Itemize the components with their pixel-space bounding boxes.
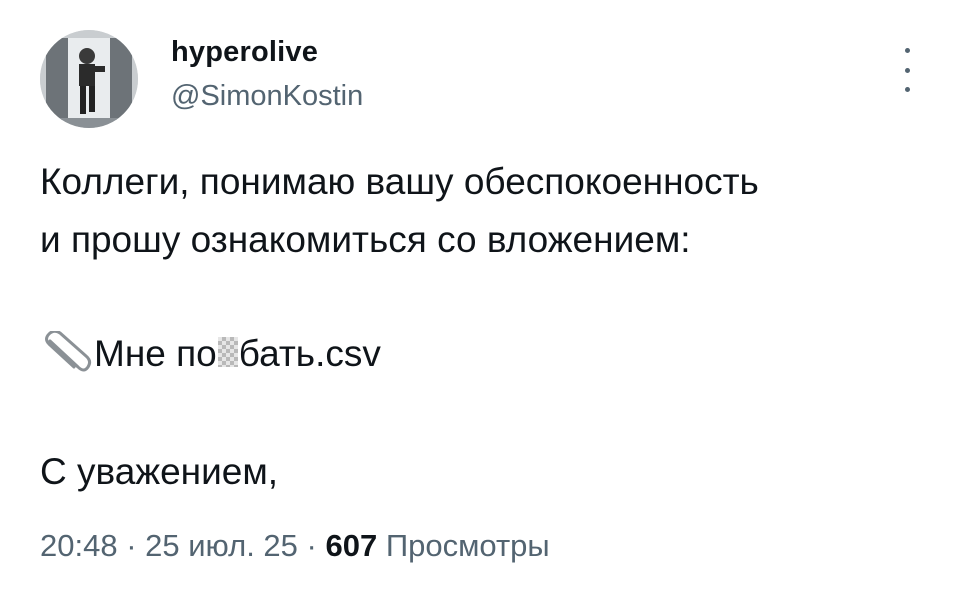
avatar-photo: [40, 30, 138, 128]
tweet-time[interactable]: 20:48: [40, 528, 118, 563]
attachment-line: Мне по бать.csv: [40, 331, 381, 377]
avatar[interactable]: [40, 30, 138, 128]
censor-mosaic: [217, 337, 238, 367]
dot: [904, 87, 910, 92]
views-label: Просмотры: [377, 528, 550, 563]
tweet-signoff: С уважением,: [40, 451, 279, 492]
dot: [904, 67, 910, 73]
paperclip-icon: [45, 331, 92, 372]
dot: [904, 48, 910, 53]
display-name[interactable]: hyperolive: [171, 36, 318, 69]
separator: ·: [297, 528, 326, 563]
tweet-text-line-2: и прошу ознакомиться со вложением:: [40, 219, 691, 260]
separator: ·: [117, 528, 146, 563]
attachment-name-suffix: бать.csv: [238, 333, 381, 374]
user-handle[interactable]: @SimonKostin: [171, 80, 363, 113]
tweet-meta: 20:48 · 25 июл. 25 · 607 Просмотры: [40, 528, 550, 564]
more-options-icon[interactable]: [895, 48, 919, 92]
tweet-date[interactable]: 25 июл. 25: [145, 528, 298, 563]
attachment-name-prefix: Мне по: [94, 333, 217, 374]
tweet-text-line-1: Коллеги, понимаю вашу обеспокоенность: [40, 161, 759, 202]
views-count: 607: [325, 528, 378, 563]
